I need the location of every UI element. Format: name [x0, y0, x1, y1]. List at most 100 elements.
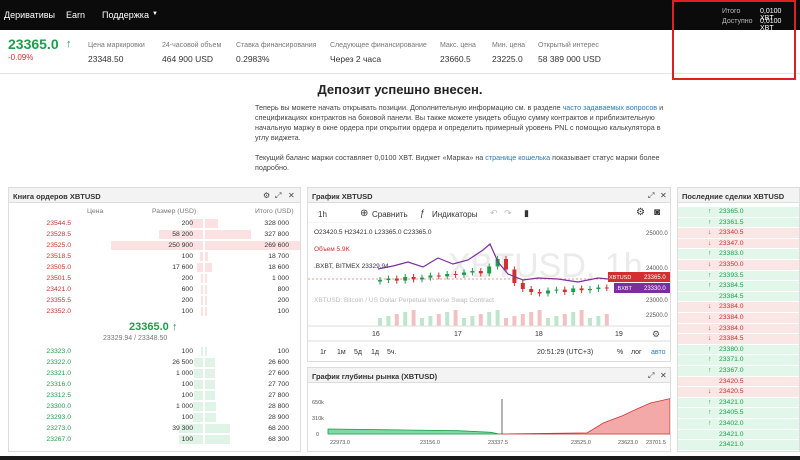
trade-row: ↓ 23384.0 — [678, 302, 799, 312]
orderbook-row[interactable]: 23352.0 100 100 — [9, 307, 300, 316]
arrow-down-icon: ↓ — [708, 324, 712, 332]
orderbook-row[interactable]: 23321.0 1 000 27 600 — [9, 369, 300, 378]
recent-trades-panel: Последние сделки XBTUSD ↑ 23365.0 ↑ 23361.5… — [677, 187, 800, 452]
depth-bar — [193, 380, 203, 389]
volume-bar — [428, 316, 433, 326]
trades-header: Последние сделки XBTUSD — [678, 188, 799, 203]
orderbook-total: 27 600 — [268, 370, 289, 377]
volume-bar — [445, 312, 450, 326]
close-icon[interactable]: ✕ — [660, 371, 667, 380]
trade-row: 23420.5 — [678, 376, 799, 387]
orderbook-total: 26 600 — [268, 359, 289, 366]
nav-earn[interactable]: Earn — [66, 10, 85, 20]
message-text: подробно. — [255, 163, 289, 172]
message-text: и — [657, 103, 664, 112]
volume-bar — [571, 312, 576, 326]
camera-icon[interactable]: ◙ — [654, 207, 660, 218]
orderbook-price: 23352.0 — [46, 308, 71, 315]
range-button[interactable]: 1м — [337, 349, 346, 356]
depth-bar — [205, 424, 230, 433]
redo-icon[interactable]: ↷ — [504, 208, 512, 219]
orderbook-row[interactable]: 23267.0 100 68 300 — [9, 435, 300, 444]
volume-bar — [562, 314, 567, 326]
x-tick: 17 — [454, 331, 462, 338]
arrow-up-icon: ↑ — [708, 250, 712, 258]
trade-price: 23421.0 — [719, 430, 744, 438]
orderbook-row[interactable]: 23518.5 100 18 700 — [9, 252, 300, 261]
arrow-up-icon: ↑ — [708, 409, 712, 417]
orderbook-price: 23322.0 — [46, 359, 71, 366]
stat-label: Ставка финансирования — [236, 42, 317, 49]
range-button[interactable]: 1д — [371, 349, 379, 356]
gear-icon[interactable]: ⚙ — [263, 191, 270, 200]
stat-value: 23348.50 — [88, 54, 124, 64]
price-tag-symbol: XBTUSD — [609, 275, 631, 281]
indicators-button[interactable]: Индикаторы — [432, 210, 477, 219]
gear-icon[interactable]: ⚙ — [652, 329, 660, 339]
orderbook-row[interactable]: 23273.0 39 300 68 200 — [9, 424, 300, 433]
orderbook-row[interactable]: 23323.0 100 100 — [9, 347, 300, 356]
orderbook-row[interactable]: 23316.0 100 27 700 — [9, 380, 300, 389]
indicators-icon[interactable]: ƒ — [420, 208, 425, 218]
orderbook-row[interactable]: 23312.5 100 27 800 — [9, 391, 300, 400]
column-header: Размер (USD) — [152, 208, 197, 215]
trade-price: 23350.0 — [719, 261, 744, 268]
range-button[interactable]: 5д — [354, 349, 362, 356]
price-chart-canvas[interactable]: XBTUSD, 1h O23420.5 H23421.0 L23365.0 C2… — [308, 222, 671, 362]
stat-label: Открытый интерес — [538, 42, 599, 49]
expand-icon[interactable]: ⤢ — [648, 371, 654, 381]
plus-circle-icon[interactable]: ⊕ — [360, 208, 368, 219]
trades-list: ↑ 23365.0 ↑ 23361.5 ↓ 23340.5 ↓ 23347.0 ↑ 23383.0… — [678, 207, 799, 451]
nav-support[interactable]: Поддержка — [102, 10, 149, 20]
message-text: Текущий баланс маржи составляет 0,0100 X… — [255, 153, 486, 162]
orderbook-row[interactable]: 23501.5 200 1 000 — [9, 274, 300, 283]
orderbook-row[interactable]: 23293.0 100 28 900 — [9, 413, 300, 422]
trade-price: 23367.0 — [719, 367, 744, 374]
depth-bar — [196, 263, 203, 272]
bids-depth-area — [327, 428, 500, 435]
orderbook-row[interactable]: 23322.0 26 500 26 600 — [9, 358, 300, 367]
stat-value: 23225.0 — [492, 54, 523, 64]
auto-toggle[interactable]: авто — [651, 349, 666, 356]
message-paragraph: Теперь вы можете начать открывать позици… — [255, 103, 675, 143]
expand-icon[interactable]: ⤢ — [275, 191, 281, 201]
trade-row: ↓ 23384.0 — [678, 313, 799, 323]
orderbook-row[interactable]: 23528.5 58 200 327 800 — [9, 230, 300, 239]
range-button[interactable]: 1г — [320, 349, 327, 356]
log-toggle[interactable]: лог — [631, 349, 642, 356]
trade-row: ↓ 23384.0 — [678, 323, 799, 334]
bars-icon[interactable]: ▮ — [524, 208, 529, 219]
faq-link[interactable]: часто задаваемых вопросов — [563, 103, 658, 112]
chevron-down-icon[interactable]: ▼ — [152, 11, 158, 17]
depth-bar — [205, 230, 252, 239]
gear-icon[interactable]: ⚙ — [636, 207, 645, 218]
candle — [554, 289, 559, 291]
trade-price: 23384.0 — [719, 303, 744, 311]
interval-button[interactable]: 1h — [318, 210, 327, 219]
undo-icon[interactable]: ↶ — [490, 208, 498, 219]
compare-button[interactable]: Сравнить — [372, 210, 408, 219]
expand-icon[interactable]: ⤢ — [648, 191, 654, 201]
index-tag-symbol: .BXBT — [616, 286, 633, 292]
candle — [546, 290, 550, 294]
depth-bar — [205, 219, 219, 228]
trade-price: 23347.0 — [719, 239, 744, 247]
orderbook-row[interactable]: 23544.5 200 328 000 — [9, 219, 300, 228]
nav-derivatives[interactable]: Деривативы — [4, 10, 55, 20]
orderbook-row[interactable]: 23505.0 17 600 18 600 — [9, 263, 300, 272]
orderbook-total: 68 300 — [268, 436, 289, 443]
percent-toggle[interactable]: % — [617, 349, 623, 356]
orderbook-row[interactable]: 23355.5 200 200 — [9, 296, 300, 305]
candle — [453, 274, 458, 275]
orderbook-row[interactable]: 23421.0 600 800 — [9, 285, 300, 294]
close-icon[interactable]: ✕ — [288, 191, 295, 200]
orderbook-size: 100 — [181, 392, 193, 399]
orderbook-size: 100 — [181, 414, 193, 421]
orderbook-row[interactable]: 23525.0 250 900 269 600 — [9, 241, 300, 250]
volume-bar — [588, 318, 592, 326]
wallet-page-link[interactable]: странице кошелька — [485, 153, 550, 162]
close-icon[interactable]: ✕ — [660, 191, 667, 200]
orderbook-price: 23300.0 — [46, 403, 71, 410]
range-button[interactable]: 5ч. — [387, 349, 397, 356]
orderbook-row[interactable]: 23300.0 1 000 28 800 — [9, 402, 300, 411]
